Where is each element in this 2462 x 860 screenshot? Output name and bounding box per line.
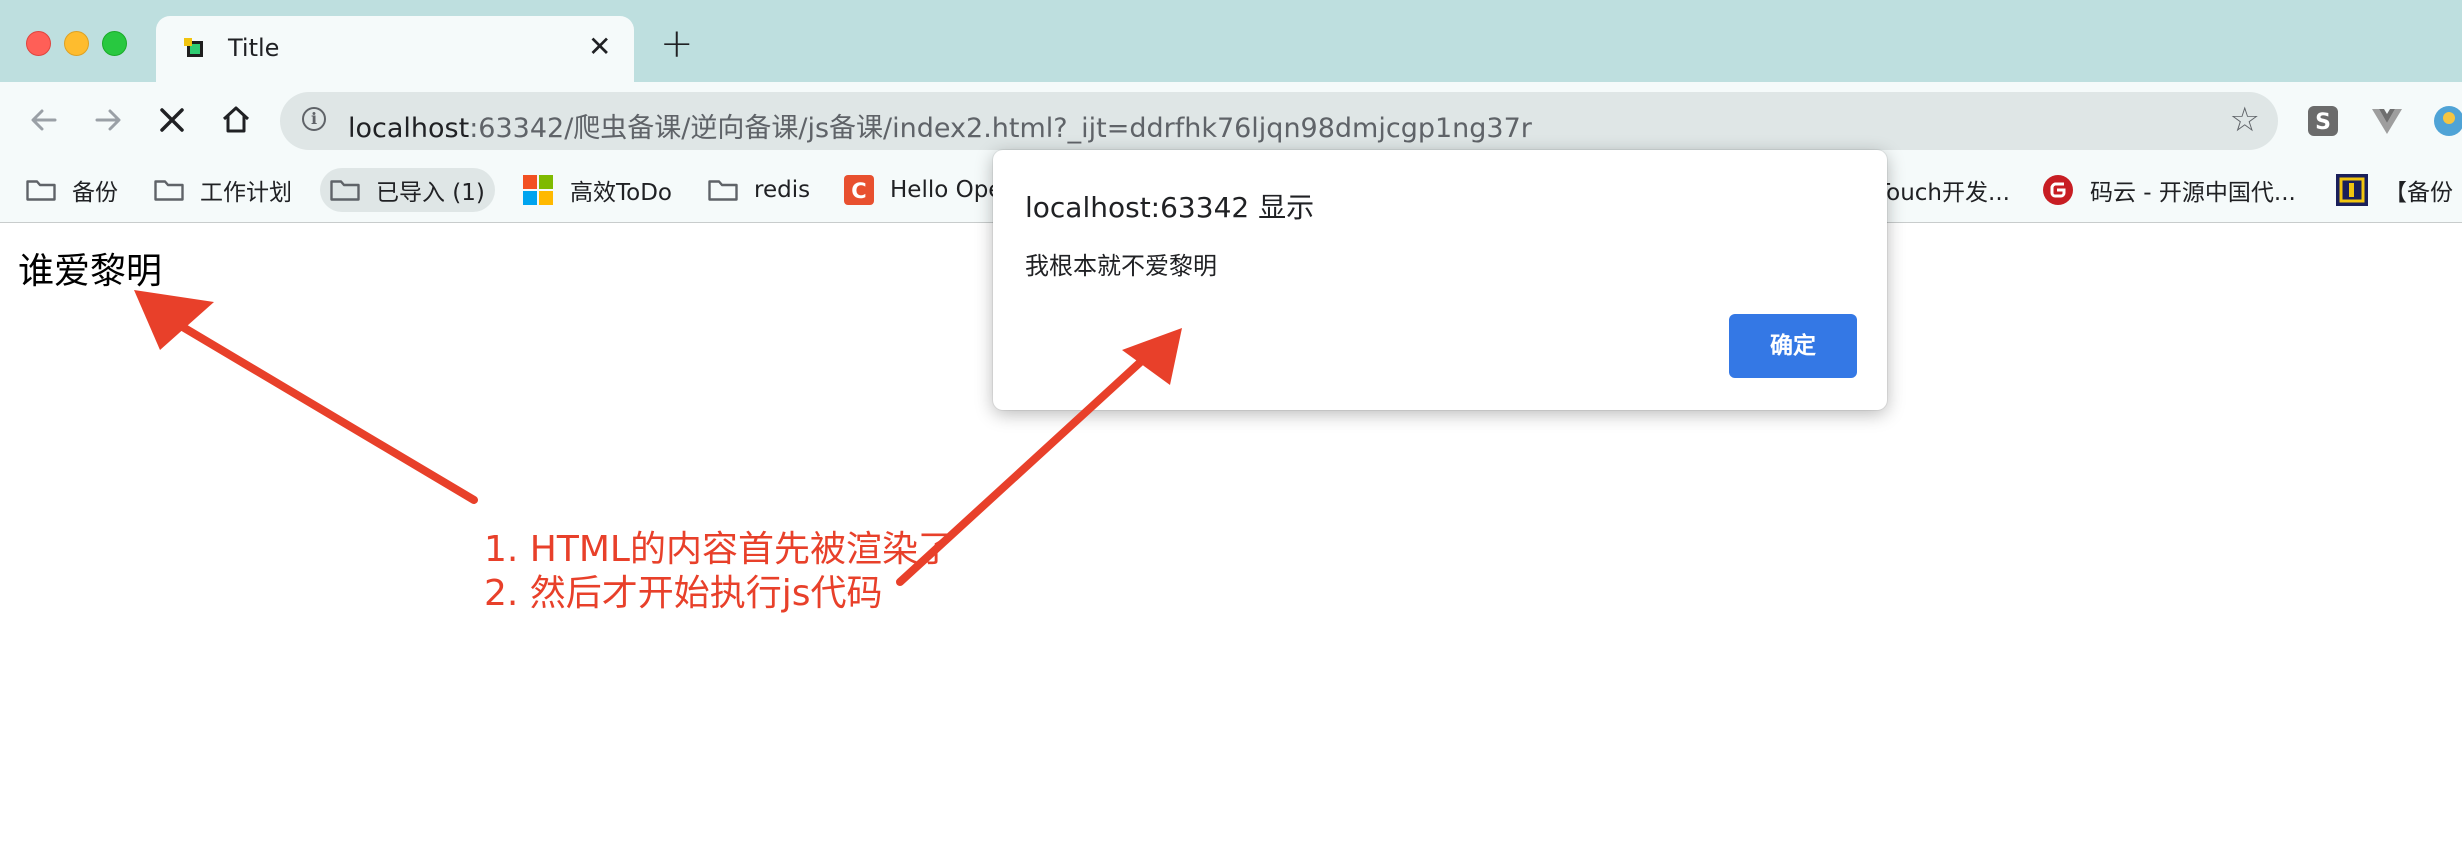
bookmark-label: Touch开发... bbox=[1876, 180, 2010, 206]
close-icon bbox=[160, 108, 184, 132]
alert-dialog: localhost:63342 显示 我根本就不爱黎明 确定 bbox=[993, 150, 1887, 410]
back-arrow-icon bbox=[31, 109, 57, 131]
url-host: localhost bbox=[348, 113, 470, 144]
bookmark-label: 工作计划 bbox=[200, 180, 292, 206]
tab-strip: Title ✕ + bbox=[0, 0, 2462, 82]
bookmark-backup-2[interactable]: 【备份 bbox=[2336, 168, 2453, 212]
annotation-line-2: 2. 然后才开始执行js代码 bbox=[484, 573, 883, 614]
bookmark-todo[interactable]: 高效ToDo bbox=[522, 168, 672, 212]
window-maximize-button[interactable] bbox=[102, 31, 127, 56]
bookmark-label: 高效ToDo bbox=[570, 180, 672, 206]
back-button[interactable] bbox=[24, 100, 64, 140]
forward-arrow-icon bbox=[95, 109, 121, 131]
home-icon bbox=[222, 106, 250, 133]
address-bar[interactable]: i localhost:63342/爬虫备课/逆向备课/js备课/index2.… bbox=[280, 92, 2278, 150]
bookmark-label: 已导入 (1) bbox=[376, 180, 485, 206]
tab-close-icon[interactable]: ✕ bbox=[588, 32, 611, 62]
bookmark-folder-work-plan[interactable]: 工作计划 bbox=[154, 168, 292, 212]
url-path: :63342/爬虫备课/逆向备课/js备课/index2.html?_ijt=d… bbox=[469, 113, 1532, 144]
bookmark-label: 【备份 bbox=[2384, 180, 2453, 206]
bookmark-touch-dev[interactable]: Touch开发... bbox=[1876, 168, 2010, 212]
bookmark-folder-backup[interactable]: 备份 bbox=[26, 168, 118, 212]
url-text[interactable]: localhost:63342/爬虫备课/逆向备课/js备课/index2.ht… bbox=[348, 106, 1532, 145]
stop-loading-button[interactable] bbox=[152, 100, 192, 140]
active-tab[interactable]: Title ✕ bbox=[156, 16, 634, 82]
arrow-to-heading-icon bbox=[134, 290, 478, 504]
page-heading: 谁爱黎明 bbox=[18, 251, 163, 292]
new-tab-button[interactable]: + bbox=[660, 24, 694, 64]
bookmark-gitee[interactable]: 码云 - 开源中国代... bbox=[2042, 168, 2296, 212]
svg-text:S: S bbox=[2315, 110, 2331, 135]
folder-icon bbox=[154, 179, 184, 201]
window-minimize-button[interactable] bbox=[64, 31, 89, 56]
bookmark-folder-redis[interactable]: redis bbox=[708, 168, 810, 212]
loading-favicon-icon bbox=[184, 38, 203, 57]
site-info-icon[interactable]: i bbox=[302, 107, 326, 131]
window-close-button[interactable] bbox=[26, 31, 51, 56]
microsoft-todo-icon bbox=[523, 175, 553, 205]
c-logo-icon: C bbox=[844, 175, 874, 205]
bookmark-star-icon[interactable]: ☆ bbox=[2230, 100, 2260, 140]
folder-icon bbox=[26, 179, 56, 201]
folder-icon bbox=[708, 179, 738, 201]
dialog-title: localhost:63342 显示 bbox=[1025, 191, 1315, 224]
gitee-icon bbox=[2043, 175, 2073, 205]
extension-avatar-icon[interactable] bbox=[2432, 104, 2462, 138]
forward-button[interactable] bbox=[88, 100, 128, 140]
bookmark-label: 码云 - 开源中国代... bbox=[2090, 180, 2296, 206]
bookmark-logo-icon bbox=[2336, 174, 2368, 206]
svg-text:C: C bbox=[851, 179, 866, 203]
dialog-message: 我根本就不爱黎明 bbox=[1025, 252, 1217, 280]
tab-title: Title bbox=[228, 34, 280, 62]
toolbar: i localhost:63342/爬虫备课/逆向备课/js备课/index2.… bbox=[0, 82, 2462, 160]
bookmark-folder-imported[interactable]: 已导入 (1) bbox=[320, 168, 495, 212]
bookmark-label: 备份 bbox=[72, 180, 118, 206]
bookmark-hello-open[interactable]: C Hello Ope bbox=[844, 168, 1002, 212]
bookmark-label: Hello Ope bbox=[890, 177, 1003, 203]
bookmark-label: redis bbox=[754, 177, 811, 203]
ok-button[interactable]: 确定 bbox=[1729, 314, 1857, 378]
extension-vue-icon[interactable] bbox=[2370, 104, 2404, 138]
extension-s-icon[interactable]: S bbox=[2306, 104, 2340, 138]
home-button[interactable] bbox=[216, 100, 256, 140]
folder-icon bbox=[330, 179, 360, 201]
